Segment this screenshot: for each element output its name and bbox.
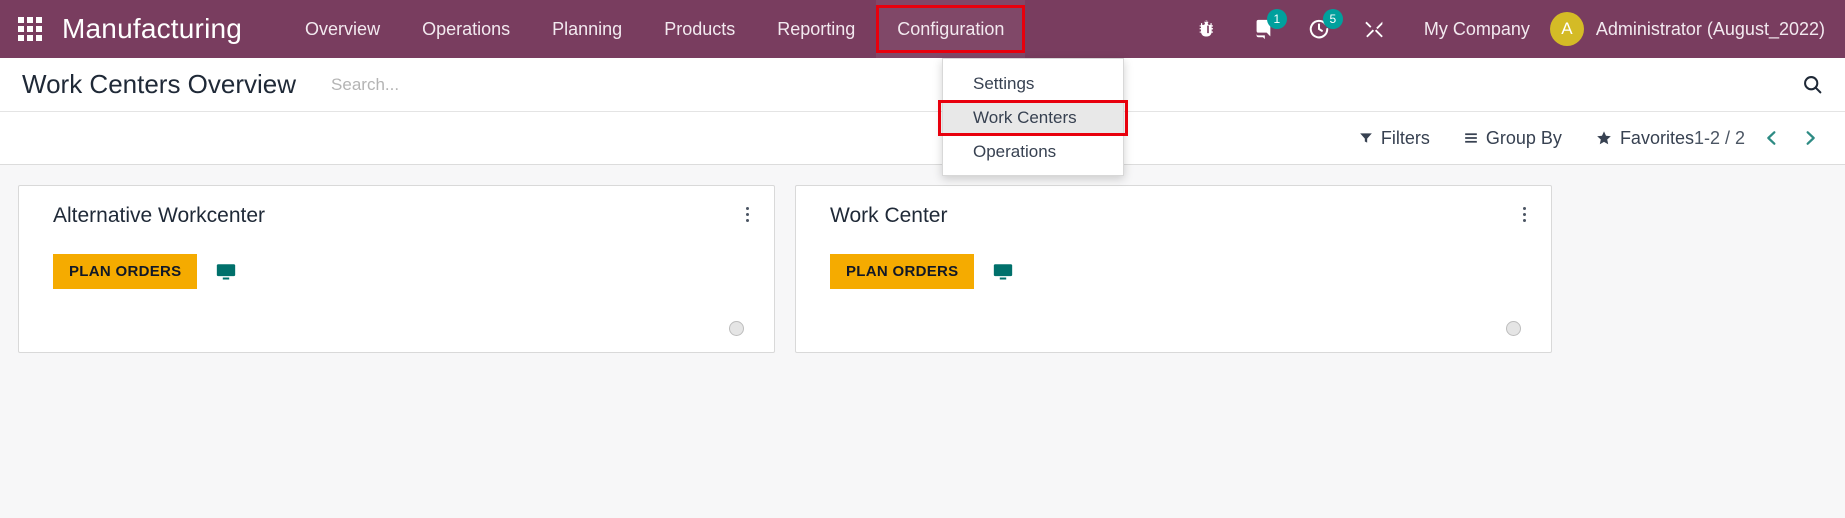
plan-orders-button[interactable]: PLAN ORDERS bbox=[830, 254, 975, 289]
page-title: Work Centers Overview bbox=[22, 69, 297, 99]
tools-wrench-icon[interactable] bbox=[1364, 19, 1385, 40]
messages-icon[interactable]: 1 bbox=[1252, 9, 1287, 40]
group-by-dropdown-button[interactable]: Group By bbox=[1464, 128, 1562, 149]
bars-icon bbox=[1465, 133, 1477, 143]
navbar-right-tools: 1 5 My Company A Administrator (August_2… bbox=[1181, 0, 1845, 58]
menu-item-reporting[interactable]: Reporting bbox=[756, 0, 876, 58]
kanban-card-alternative-workcenter[interactable]: Alternative Workcenter PLAN ORDERS bbox=[18, 185, 775, 353]
pager: 1-2 / 2 bbox=[1694, 126, 1823, 150]
activities-badge: 5 bbox=[1322, 9, 1343, 29]
card-actions: PLAN ORDERS bbox=[53, 254, 752, 289]
plan-orders-button[interactable]: PLAN ORDERS bbox=[53, 254, 198, 289]
work-center-name: Work Center bbox=[830, 204, 948, 227]
filters-label: Filters bbox=[1380, 127, 1430, 148]
vertical-dots-icon[interactable] bbox=[1520, 204, 1529, 225]
filter-funnel-icon bbox=[1360, 133, 1372, 143]
monitor-screen-icon[interactable] bbox=[992, 261, 1014, 283]
kanban-card-work-center[interactable]: Work Center PLAN ORDERS bbox=[795, 185, 1552, 353]
bug-icon[interactable] bbox=[1198, 19, 1218, 39]
configuration-dropdown-menu: Settings Work Centers Operations bbox=[938, 58, 1128, 176]
favorites-label: Favorites bbox=[1619, 127, 1694, 148]
control-panel-bottom-row: Filters Group By Favorites 1-2 / 2 bbox=[0, 112, 1845, 164]
menu-item-products[interactable]: Products bbox=[643, 0, 756, 58]
company-switcher[interactable]: My Company bbox=[1424, 19, 1530, 40]
control-panel-top-row: Work Centers Overview bbox=[0, 58, 1845, 112]
menu-item-operations[interactable]: Operations bbox=[401, 0, 531, 58]
group-by-label: Group By bbox=[1485, 127, 1562, 148]
dropdown-item-settings[interactable]: Settings bbox=[943, 67, 1123, 101]
star-icon bbox=[1597, 131, 1611, 145]
card-actions: PLAN ORDERS bbox=[830, 254, 1529, 289]
vertical-dots-icon[interactable] bbox=[743, 204, 752, 225]
menu-item-planning[interactable]: Planning bbox=[531, 0, 643, 58]
top-navbar: Manufacturing Overview Operations Planni… bbox=[0, 0, 1845, 176]
status-badge[interactable] bbox=[729, 321, 744, 336]
filters-dropdown-button[interactable]: Filters bbox=[1359, 128, 1430, 149]
search-icon[interactable] bbox=[1790, 74, 1823, 95]
menu-item-configuration[interactable]: Configuration bbox=[876, 0, 1026, 58]
dropdown-item-work-centers[interactable]: Work Centers bbox=[938, 100, 1128, 136]
apps-grid-icon[interactable] bbox=[18, 17, 42, 41]
filter-group: Filters Group By Favorites bbox=[1359, 128, 1694, 149]
status-badge[interactable] bbox=[1506, 321, 1521, 336]
app-brand-title[interactable]: Manufacturing bbox=[62, 13, 242, 45]
work-center-name: Alternative Workcenter bbox=[53, 204, 266, 227]
pager-previous-icon[interactable] bbox=[1759, 126, 1784, 150]
dropdown-item-operations[interactable]: Operations bbox=[943, 135, 1123, 169]
user-menu[interactable]: A Administrator (August_2022) bbox=[1549, 12, 1825, 46]
user-name-label: Administrator (August_2022) bbox=[1595, 18, 1825, 39]
main-menu: Overview Operations Planning Products Re… bbox=[284, 0, 1026, 58]
monitor-screen-icon[interactable] bbox=[215, 261, 237, 283]
kanban-view: Alternative Workcenter PLAN ORDERS Work … bbox=[0, 165, 1845, 518]
control-panel: Work Centers Overview Filters bbox=[0, 58, 1845, 165]
pager-next-icon[interactable] bbox=[1798, 126, 1823, 150]
pager-range-label: 1-2 / 2 bbox=[1693, 127, 1745, 148]
messages-badge: 1 bbox=[1266, 9, 1287, 29]
menu-item-overview[interactable]: Overview bbox=[284, 0, 401, 58]
avatar: A bbox=[1549, 12, 1584, 46]
activities-clock-icon[interactable]: 5 bbox=[1308, 9, 1343, 40]
favorites-dropdown-button[interactable]: Favorites bbox=[1596, 128, 1694, 149]
